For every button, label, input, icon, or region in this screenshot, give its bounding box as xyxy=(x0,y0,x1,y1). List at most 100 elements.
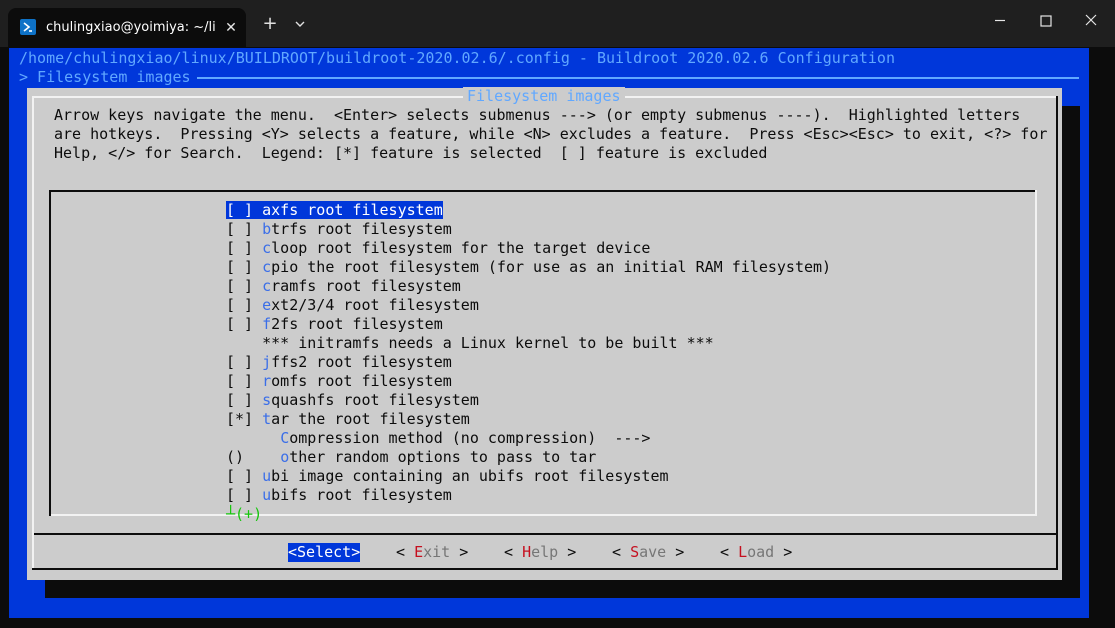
menu-comment-initramfs: *** initramfs needs a Linux kernel to be… xyxy=(226,334,714,353)
close-icon[interactable]: ✕ xyxy=(220,17,242,39)
maximize-icon[interactable] xyxy=(1023,0,1069,40)
menu-border xyxy=(51,514,1037,516)
menu-item-prefix: [ ] xyxy=(226,372,263,390)
button-label: ave xyxy=(639,543,667,561)
menu-item-prefix: [ ] xyxy=(226,277,263,295)
terminal-tab[interactable]: chulingxiao@yoimiya: ~/linux ✕ xyxy=(8,8,246,47)
help-button[interactable]: < Help > xyxy=(504,543,576,562)
menu-item-label: omfs root filesystem xyxy=(271,372,452,390)
menu-item-label: 2fs root filesystem xyxy=(271,315,443,333)
button-label: elp xyxy=(531,543,559,561)
menu-item-prefix: [ ] xyxy=(226,258,263,276)
menu-item-f2fs[interactable]: [ ] f2fs root filesystem xyxy=(226,315,443,334)
chevron-down-icon[interactable] xyxy=(290,13,310,35)
help-text-line: are hotkeys. Pressing <Y> selects a feat… xyxy=(54,125,1048,143)
menu-item-tar[interactable]: [*] tar the root filesystem xyxy=(226,410,470,429)
menu-item-cramfs[interactable]: [ ] cramfs root filesystem xyxy=(226,277,461,296)
menu-item-btrfs[interactable]: [ ] btrfs root filesystem xyxy=(226,220,452,239)
menu-item-label: trfs root filesystem xyxy=(271,220,452,238)
dialog-border xyxy=(32,96,34,568)
menu-item-hotkey: r xyxy=(262,372,272,390)
menu-item-tar-options[interactable]: () other random options to pass to tar xyxy=(226,448,596,467)
minimize-icon[interactable] xyxy=(977,0,1023,40)
menu-item-jffs2[interactable]: [ ] jffs2 root filesystem xyxy=(226,353,452,372)
menu-item-ext[interactable]: [ ] ext2/3/4 root filesystem xyxy=(226,296,479,315)
save-button[interactable]: < Save > xyxy=(612,543,684,562)
header-rule xyxy=(197,77,1079,79)
menu-item-label: ther random options to pass to tar xyxy=(289,448,597,466)
menu-item-cpio[interactable]: [ ] cpio the root filesystem (for use as… xyxy=(226,258,831,277)
button-bracket: > xyxy=(450,543,469,561)
menu-item-label: ar the root filesystem xyxy=(271,410,470,428)
menu-item-ubifs[interactable]: [ ] ubifs root filesystem xyxy=(226,486,452,505)
menu-item-hotkey: o xyxy=(280,448,290,466)
menu-item-prefix: [ ] xyxy=(226,201,263,219)
button-label: oad xyxy=(747,543,775,561)
menu-item-prefix xyxy=(226,334,262,352)
button-hotkey: H xyxy=(522,543,532,561)
menu-border xyxy=(49,190,51,516)
exit-button[interactable]: < Exit > xyxy=(396,543,468,562)
dialog-border xyxy=(1056,96,1058,568)
tab-title: chulingxiao@yoimiya: ~/linux xyxy=(46,20,216,35)
dialog-border xyxy=(32,568,1058,570)
button-hotkey: L xyxy=(738,543,748,561)
menu-item-cloop[interactable]: [ ] cloop root filesystem for the target… xyxy=(226,239,650,258)
menu-item-hotkey: C xyxy=(280,429,290,447)
config-path: /home/chulingxiao/linux/BUILDROOT/buildr… xyxy=(19,49,895,67)
menu-item-hotkey: j xyxy=(262,353,272,371)
menu-item-prefix: [ ] xyxy=(226,239,263,257)
menu-item-hotkey: t xyxy=(262,410,272,428)
load-button[interactable]: < Load > xyxy=(720,543,792,562)
button-bracket: > xyxy=(666,543,685,561)
menu-item-prefix: [*] xyxy=(226,410,263,428)
close-icon[interactable] xyxy=(1069,0,1115,40)
help-text-line: Arrow keys navigate the menu. <Enter> se… xyxy=(54,106,1021,124)
breadcrumb: > Filesystem images xyxy=(19,68,191,86)
button-bracket: < xyxy=(720,543,739,561)
menu-item-hotkey: c xyxy=(262,277,272,295)
menu-item-label: pio the root filesystem (for use as an i… xyxy=(271,258,832,276)
menu-border xyxy=(49,190,1035,192)
scroll-more-indicator: ┴(+) xyxy=(226,505,263,523)
menu-item-label: bi image containing an ubifs root filesy… xyxy=(271,467,669,485)
menu-item-label: quashfs root filesystem xyxy=(271,391,479,409)
menu-item-prefix: [ ] xyxy=(226,353,263,371)
dialog-title: Filesystem images xyxy=(463,87,625,106)
dialog-shadow xyxy=(1062,106,1080,598)
button-bracket: < xyxy=(504,543,523,561)
menu-item-prefix: [ ] xyxy=(226,486,263,504)
menu-border xyxy=(1035,190,1037,516)
menu-item-hotkey: u xyxy=(262,467,272,485)
menu-item-label: xt2/3/4 root filesystem xyxy=(271,296,479,314)
plus-icon[interactable]: + xyxy=(258,13,282,35)
menu-item-romfs[interactable]: [ ] romfs root filesystem xyxy=(226,372,452,391)
menu-item-prefix xyxy=(226,429,280,447)
menu-item-ubi[interactable]: [ ] ubi image containing an ubifs root f… xyxy=(226,467,669,486)
menu-item-prefix: [ ] xyxy=(226,391,263,409)
menu-item-label: bifs root filesystem xyxy=(271,486,452,504)
menu-item-hotkey: s xyxy=(262,391,272,409)
button-label: xit xyxy=(423,543,451,561)
menu-item-label: ompression method (no compression) ---> xyxy=(289,429,651,447)
menu-item-hotkey: b xyxy=(262,220,272,238)
menu-item-hotkey: c xyxy=(262,239,272,257)
button-bracket: < xyxy=(612,543,631,561)
select-button[interactable]: <Select> xyxy=(288,543,361,562)
menu-item-label: loop root filesystem for the target devi… xyxy=(271,239,651,257)
menu-item-prefix: () xyxy=(226,448,281,466)
menu-item-squashfs[interactable]: [ ] squashfs root filesystem xyxy=(226,391,479,410)
menu-item-prefix: [ ] xyxy=(226,296,263,314)
menu-item-label: ramfs root filesystem xyxy=(271,277,461,295)
dialog-separator xyxy=(34,533,1056,535)
menu-item-compression-method[interactable]: Compression method (no compression) ---> xyxy=(226,429,650,448)
menu-item-hotkey: e xyxy=(262,296,272,314)
menu-item-hotkey: u xyxy=(262,486,272,504)
powershell-icon xyxy=(20,19,36,35)
menu-item-prefix: [ ] xyxy=(226,315,263,333)
menu-item-axfs[interactable]: [ ] axfs root filesystem xyxy=(226,201,443,220)
button-hotkey: E xyxy=(414,543,424,561)
menu-item-hotkey: c xyxy=(262,258,272,276)
button-bracket: > xyxy=(774,543,793,561)
menu-item-label: *** initramfs needs a Linux kernel to be… xyxy=(262,334,714,352)
